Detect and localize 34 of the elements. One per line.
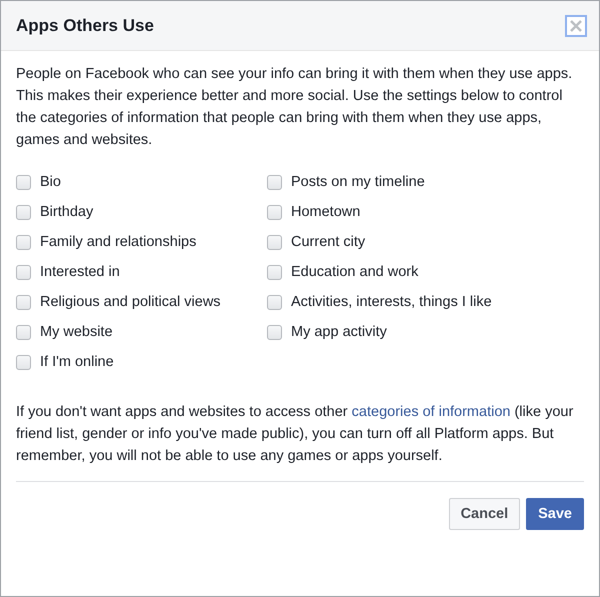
checkbox[interactable] [16,354,31,370]
checkbox[interactable] [16,204,31,220]
checkbox[interactable] [267,174,282,190]
checkbox-label: Posts on my timeline [291,174,425,190]
checkbox[interactable] [267,294,282,310]
checkbox-label: Interested in [40,264,120,280]
categories-link[interactable]: categories of information [352,404,510,420]
checkbox[interactable] [16,324,31,340]
checkbox-label: Current city [291,234,366,250]
checkbox-label: Activities, interests, things I like [291,294,492,310]
checkbox[interactable] [16,264,31,280]
checkbox-label: Birthday [40,204,94,220]
close-icon [569,18,583,32]
checkbox[interactable] [16,234,31,250]
checkbox[interactable] [267,264,282,280]
checkbox[interactable] [16,174,31,190]
intro-text: People on Facebook who can see your info can bring it with them when they use apps. This makes their experience better and more social. Use the settings below to control the categories of information that people can bring with them when they use apps, games and websites. [16,65,574,150]
checkbox-label: My website [40,324,113,340]
checkbox-label: Family and relationships [40,234,196,250]
cancel-button[interactable]: Cancel [448,498,520,530]
checkbox[interactable] [267,234,282,250]
checkbox-label: Education and work [291,264,418,280]
checkbox[interactable] [267,324,282,340]
checkbox-label: Bio [40,174,61,190]
dialog-title: Apps Others Use [16,16,154,36]
checkbox-label: If I'm online [40,354,114,370]
checkbox[interactable] [16,294,31,310]
checkbox-label: My app activity [291,324,387,340]
checkbox-label: Religious and political views [40,294,221,310]
save-button[interactable]: Save [526,498,584,530]
close-button[interactable] [565,14,587,36]
checkbox[interactable] [267,204,282,220]
note-text: If you don't want apps and websites to access other categories of information (like your friend list, gender or info you've made public), you can turn off all Platform apps. But remember, you will not be able to use any games or apps yourself. [16,403,574,466]
checkbox-label: Hometown [291,204,360,220]
